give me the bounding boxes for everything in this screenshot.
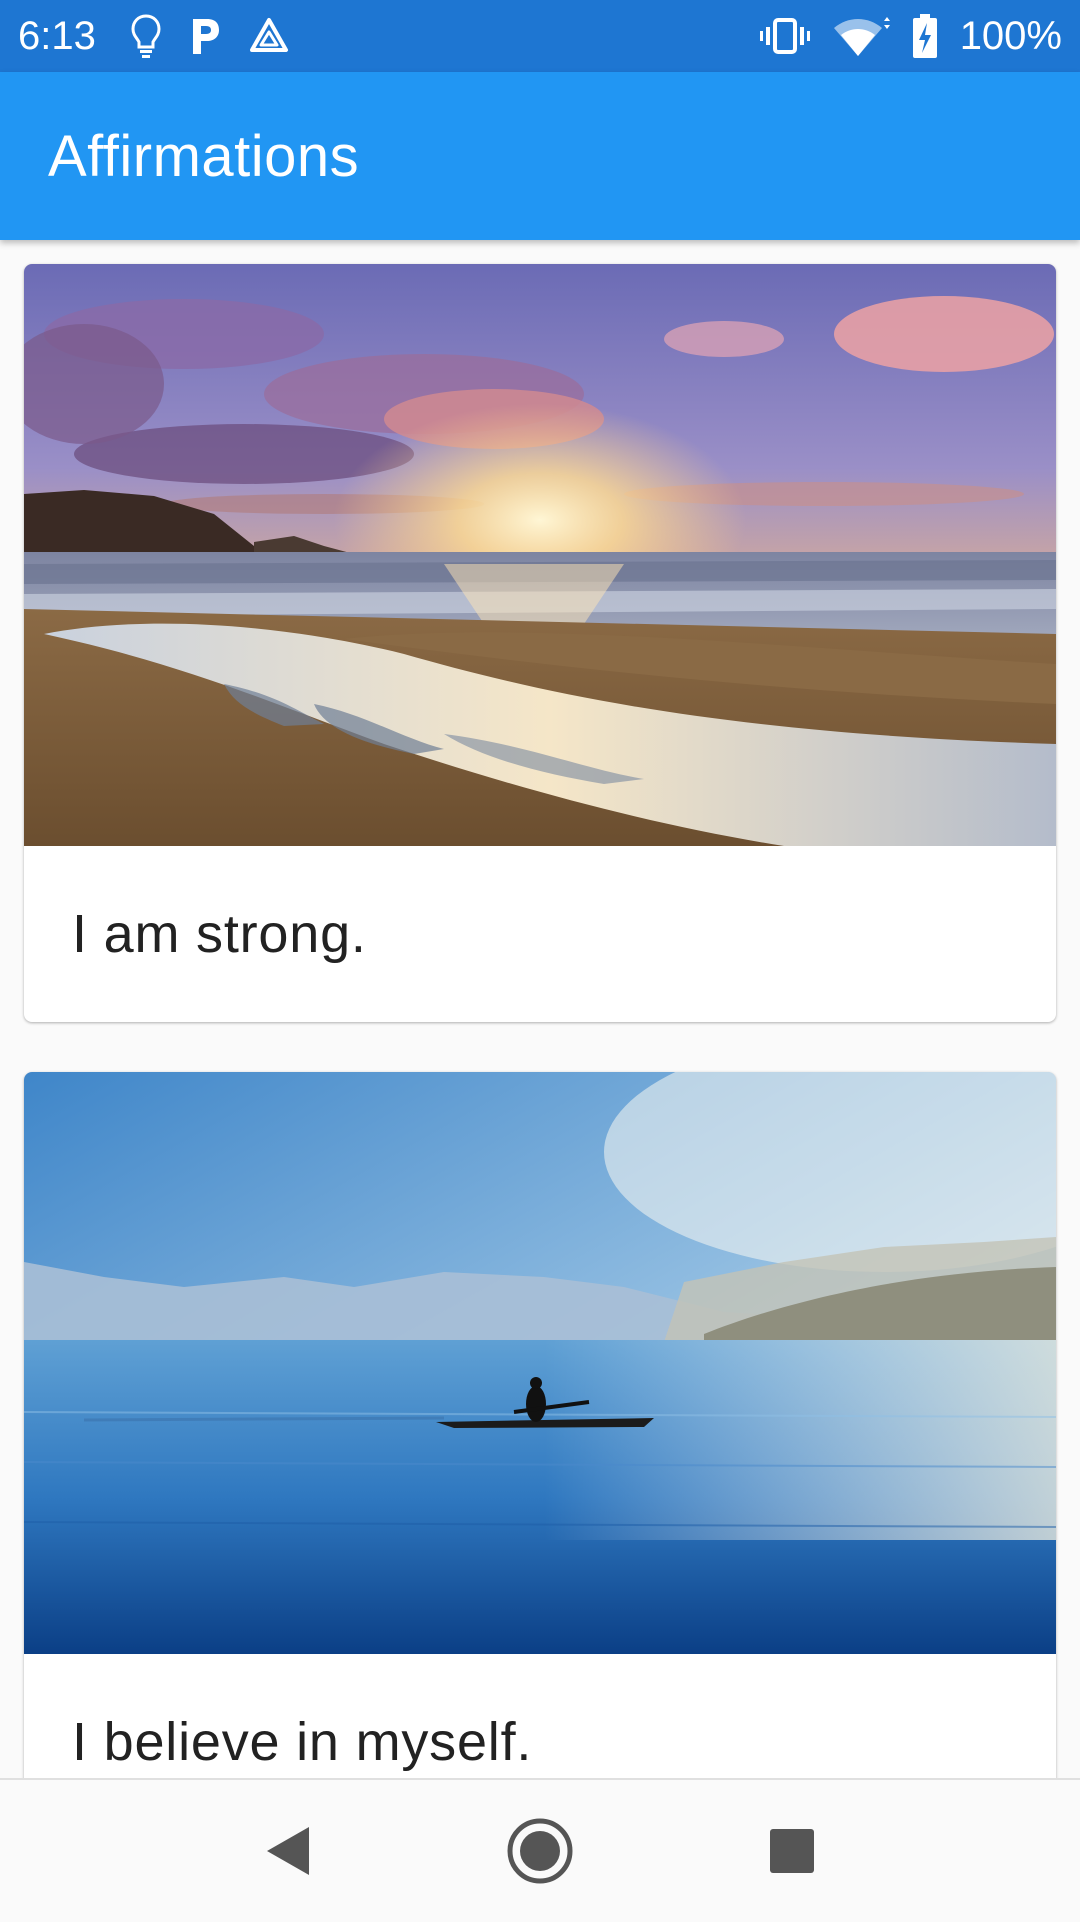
back-button[interactable] [208, 1791, 368, 1911]
status-time: 6:13 [18, 13, 96, 58]
status-bar: 6:13 100% [0, 0, 1080, 72]
wifi-icon [832, 16, 890, 56]
navigation-bar [0, 1778, 1080, 1922]
battery-percent: 100% [959, 13, 1062, 58]
triangle-icon [248, 16, 290, 56]
recents-icon [770, 1829, 814, 1873]
recents-button[interactable] [712, 1791, 872, 1911]
affirmation-card[interactable]: I am strong. [24, 264, 1056, 1022]
affirmation-text: I believe in myself. [72, 1712, 533, 1772]
app-bar: Affirmations [0, 72, 1080, 240]
back-icon [267, 1827, 309, 1875]
vibrate-icon [759, 16, 810, 56]
lightbulb-icon [130, 13, 162, 59]
affirmation-text: I am strong. [72, 904, 367, 964]
app-title: Affirmations [48, 123, 360, 189]
affirmation-card[interactable]: I believe in myself. [24, 1072, 1056, 1778]
battery-charging-icon [912, 14, 938, 58]
home-button[interactable] [460, 1791, 620, 1911]
affirmations-list[interactable]: I am strong. I believe in myself. [0, 240, 1080, 1778]
lake-kayak-image [24, 1072, 1056, 1654]
beach-sunset-image [24, 264, 1056, 846]
home-icon [507, 1818, 573, 1884]
p-icon [188, 16, 222, 56]
status-right-group: 100% [759, 13, 1062, 59]
